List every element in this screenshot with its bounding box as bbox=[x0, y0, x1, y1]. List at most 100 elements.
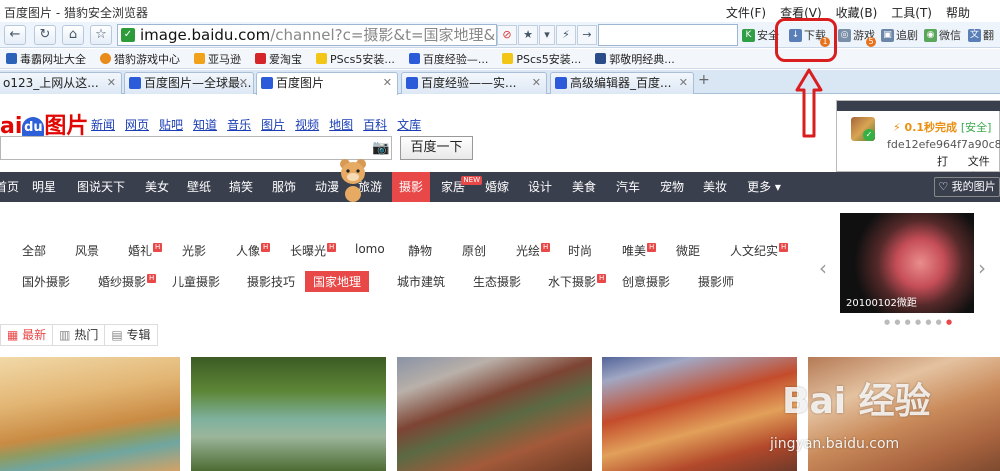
tab-hao123[interactable]: o123_上网从这... ✕ bbox=[0, 72, 122, 94]
tag-item[interactable]: 儿童摄影 bbox=[172, 273, 220, 290]
go-button[interactable]: → bbox=[577, 25, 597, 45]
search-button[interactable]: 百度一下 bbox=[400, 136, 473, 160]
tag-item[interactable]: 静物 bbox=[408, 242, 432, 259]
menu-file[interactable]: 文件(F) bbox=[726, 4, 766, 21]
close-icon[interactable]: ✕ bbox=[239, 73, 248, 93]
carousel-dots[interactable]: ● ● ● ● ● ● ● bbox=[884, 318, 953, 326]
tab-baidu-jingyan[interactable]: 百度经验——实... ✕ bbox=[401, 72, 547, 94]
tab-album[interactable]: ▤ 专辑 bbox=[104, 324, 158, 346]
category-6[interactable]: 服饰 bbox=[262, 172, 306, 202]
tab-hot[interactable]: ▥ 热门 bbox=[52, 324, 106, 346]
nav-baike[interactable]: 百科 bbox=[363, 116, 387, 133]
tab-latest[interactable]: ▦ 最新 bbox=[0, 324, 54, 346]
tag-item[interactable]: 风景 bbox=[75, 242, 99, 259]
photo-desert-oasis[interactable] bbox=[0, 357, 180, 471]
tab-baidu-image-global[interactable]: 百度图片—全球最... ✕ bbox=[124, 72, 254, 94]
category-13[interactable]: 美食 bbox=[562, 172, 606, 202]
photo-danxia-landform[interactable] bbox=[602, 357, 797, 471]
tag-item[interactable]: 水下摄影 H bbox=[548, 273, 607, 290]
photo-green-pools[interactable] bbox=[191, 357, 386, 471]
tab-baidu-image[interactable]: 百度图片 ✕ bbox=[256, 72, 398, 95]
back-button[interactable]: ← bbox=[4, 25, 26, 45]
menu-tools[interactable]: 工具(T) bbox=[891, 4, 932, 21]
bookmark-item[interactable]: PScs5安装... bbox=[502, 51, 581, 67]
tag-item[interactable]: 城市建筑 bbox=[397, 273, 445, 290]
tab-advanced-editor[interactable]: 高级编辑器_百度... ✕ bbox=[550, 72, 694, 94]
featured-image[interactable]: 20100102微距 bbox=[840, 213, 974, 313]
category-1[interactable]: 明星 bbox=[22, 172, 66, 202]
my-pictures-button[interactable]: ♡ 我的图片 bbox=[934, 177, 1000, 197]
home-button[interactable]: ⌂ bbox=[62, 25, 84, 45]
tag-item[interactable]: 生态摄影 bbox=[473, 273, 521, 290]
tag-item[interactable]: 国外摄影 bbox=[22, 273, 70, 290]
bookmark-star-button[interactable]: ★ bbox=[518, 25, 538, 45]
close-icon[interactable]: ✕ bbox=[679, 73, 688, 93]
camera-icon[interactable]: 📷 bbox=[372, 140, 389, 156]
close-icon[interactable]: ✕ bbox=[532, 73, 541, 93]
bookmark-item[interactable]: 毒霸网址大全 bbox=[6, 51, 86, 67]
bookmark-item[interactable]: 郭敬明经典... bbox=[595, 51, 675, 67]
tag-item[interactable]: 摄影师 bbox=[698, 273, 734, 290]
chevron-left-icon[interactable]: ‹ bbox=[819, 256, 827, 280]
new-tab-button[interactable]: + bbox=[698, 72, 710, 88]
dropdown-button[interactable]: ▾ bbox=[539, 25, 555, 45]
wechat-tool[interactable]: ◉ 微信 bbox=[924, 27, 961, 43]
nav-video[interactable]: 视频 bbox=[295, 116, 319, 133]
nav-zhidao[interactable]: 知道 bbox=[193, 116, 217, 133]
category-4[interactable]: 壁纸 bbox=[178, 172, 220, 202]
tag-item[interactable]: 长曝光 H bbox=[290, 242, 337, 259]
category-14[interactable]: 汽车 bbox=[606, 172, 650, 202]
photo-rainbow-mountains[interactable] bbox=[397, 357, 592, 471]
menu-favorites[interactable]: 收藏(B) bbox=[836, 4, 878, 21]
tag-item[interactable]: 原创 bbox=[462, 242, 486, 259]
category-5[interactable]: 搞笑 bbox=[220, 172, 262, 202]
tag-item[interactable]: 婚纱摄影 H bbox=[98, 273, 157, 290]
tag-item[interactable]: 光影 bbox=[182, 242, 206, 259]
tag-item[interactable]: 时尚 bbox=[568, 242, 592, 259]
tag-item[interactable]: 光绘 H bbox=[516, 242, 551, 259]
tag-item[interactable]: 婚礼 H bbox=[128, 242, 163, 259]
category-2[interactable]: 图说天下 bbox=[66, 172, 136, 202]
close-icon[interactable]: ✕ bbox=[107, 73, 116, 93]
category-3[interactable]: 美女 bbox=[136, 172, 178, 202]
menu-help[interactable]: 帮助 bbox=[946, 4, 970, 21]
bookmark-item[interactable]: 百度经验—... bbox=[408, 51, 488, 67]
tag-item[interactable]: 国家地理 bbox=[305, 271, 370, 292]
tag-item[interactable]: 人文纪实 H bbox=[730, 242, 789, 259]
category-12[interactable]: 设计 bbox=[518, 172, 562, 202]
category-10[interactable]: 家居 NEW bbox=[430, 172, 482, 202]
tag-item[interactable]: 摄影技巧 bbox=[247, 273, 295, 290]
bookmark-item[interactable]: 猎豹游戏中心 bbox=[100, 51, 180, 67]
tv-tool[interactable]: ▣ 追剧 bbox=[881, 27, 918, 43]
stop-button[interactable]: ⊘ bbox=[497, 25, 517, 45]
tag-item[interactable]: 唯美 H bbox=[622, 242, 657, 259]
tag-item[interactable]: lomo bbox=[355, 242, 385, 256]
tag-item[interactable]: 全部 bbox=[22, 242, 46, 259]
category-11[interactable]: 婚嫁 bbox=[476, 172, 518, 202]
favorite-button[interactable]: ☆ bbox=[90, 25, 112, 45]
nav-map[interactable]: 地图 bbox=[329, 116, 353, 133]
safe-tool[interactable]: K 安全 bbox=[742, 27, 779, 43]
nav-web[interactable]: 网页 bbox=[125, 116, 149, 133]
category-9[interactable]: 摄影 bbox=[392, 172, 430, 202]
translate-tool[interactable]: 文 翻 bbox=[968, 27, 994, 43]
tag-item[interactable]: 创意摄影 bbox=[622, 273, 670, 290]
search-engine-input[interactable] bbox=[598, 24, 738, 46]
nav-music[interactable]: 音乐 bbox=[227, 116, 251, 133]
speed-button[interactable]: ⚡ bbox=[556, 25, 576, 45]
tag-item[interactable]: 微距 bbox=[676, 242, 700, 259]
nav-images[interactable]: 图片 bbox=[261, 116, 285, 133]
close-icon[interactable]: ✕ bbox=[383, 73, 392, 93]
category-16[interactable]: 美妆 bbox=[694, 172, 736, 202]
category-17[interactable]: 更多 ▾ bbox=[736, 172, 792, 202]
nav-tieba[interactable]: 贴吧 bbox=[159, 116, 183, 133]
bookmark-item[interactable]: 爱淘宝 bbox=[255, 51, 302, 67]
category-15[interactable]: 宠物 bbox=[650, 172, 694, 202]
nav-news[interactable]: 新闻 bbox=[91, 116, 115, 133]
category-0[interactable]: 首页 bbox=[0, 172, 22, 202]
refresh-button[interactable]: ↻ bbox=[34, 25, 56, 45]
address-bar[interactable]: ✓ image.baidu.com/channel?c=摄影&t=国家地理&s bbox=[117, 24, 497, 46]
chevron-right-icon[interactable]: › bbox=[978, 256, 986, 280]
nav-wenku[interactable]: 文库 bbox=[397, 116, 421, 133]
tag-item[interactable]: 人像 H bbox=[236, 242, 271, 259]
